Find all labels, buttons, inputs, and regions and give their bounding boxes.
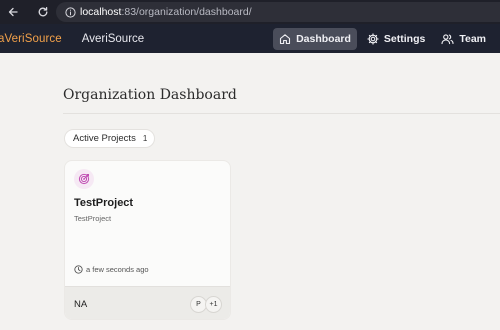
main-nav: Dashboard Settings Team <box>273 27 492 50</box>
title-divider <box>63 113 500 114</box>
filter-count-badge: 1 <box>142 134 148 143</box>
member-avatars[interactable]: P +1 <box>190 296 222 313</box>
reload-button[interactable] <box>32 1 54 23</box>
users-icon <box>441 33 454 44</box>
clock-icon <box>74 265 83 274</box>
url-path: :83/organization/dashboard/ <box>121 6 252 18</box>
project-name[interactable]: TestProject <box>74 197 133 209</box>
nav-settings[interactable]: Settings <box>361 28 431 50</box>
project-card-body: TestProject TestProject a few seconds ag… <box>65 161 230 286</box>
nav-dashboard-label: Dashboard <box>296 32 351 45</box>
arrow-left-icon <box>8 7 18 17</box>
address-bar[interactable]: localhost:83/organization/dashboard/ <box>56 2 500 22</box>
app-header: aVeriSource AveriSource Dashboard Settin… <box>0 24 500 53</box>
nav-dashboard[interactable]: Dashboard <box>273 27 357 50</box>
nav-settings-label: Settings <box>383 32 426 45</box>
brand-logo[interactable]: aVeriSource <box>0 33 62 45</box>
project-card[interactable]: TestProject TestProject a few seconds ag… <box>64 160 231 320</box>
browser-toolbar: localhost:83/organization/dashboard/ <box>0 0 500 24</box>
project-footer-label: NA <box>74 298 88 310</box>
page-title: Organization Dashboard <box>63 87 237 103</box>
gear-icon <box>367 32 379 45</box>
filter-label: Active Projects <box>73 133 136 144</box>
url-text: localhost:83/organization/dashboard/ <box>80 6 252 18</box>
avatar-more-count[interactable]: +1 <box>205 296 222 313</box>
nav-team-label: Team <box>459 32 486 45</box>
project-card-footer: NA P +1 <box>65 286 230 319</box>
product-name: AveriSource <box>81 32 145 45</box>
nav-team[interactable]: Team <box>435 28 492 50</box>
project-updated: a few seconds ago <box>74 265 149 274</box>
project-updated-text: a few seconds ago <box>86 265 149 274</box>
home-icon <box>280 33 291 44</box>
reload-icon <box>38 6 48 17</box>
target-icon <box>74 169 94 189</box>
back-button[interactable] <box>2 1 24 23</box>
project-description: TestProject <box>74 214 112 223</box>
site-info-icon[interactable] <box>60 2 80 22</box>
active-projects-filter[interactable]: Active Projects 1 <box>64 129 156 148</box>
url-host: localhost <box>80 6 122 18</box>
